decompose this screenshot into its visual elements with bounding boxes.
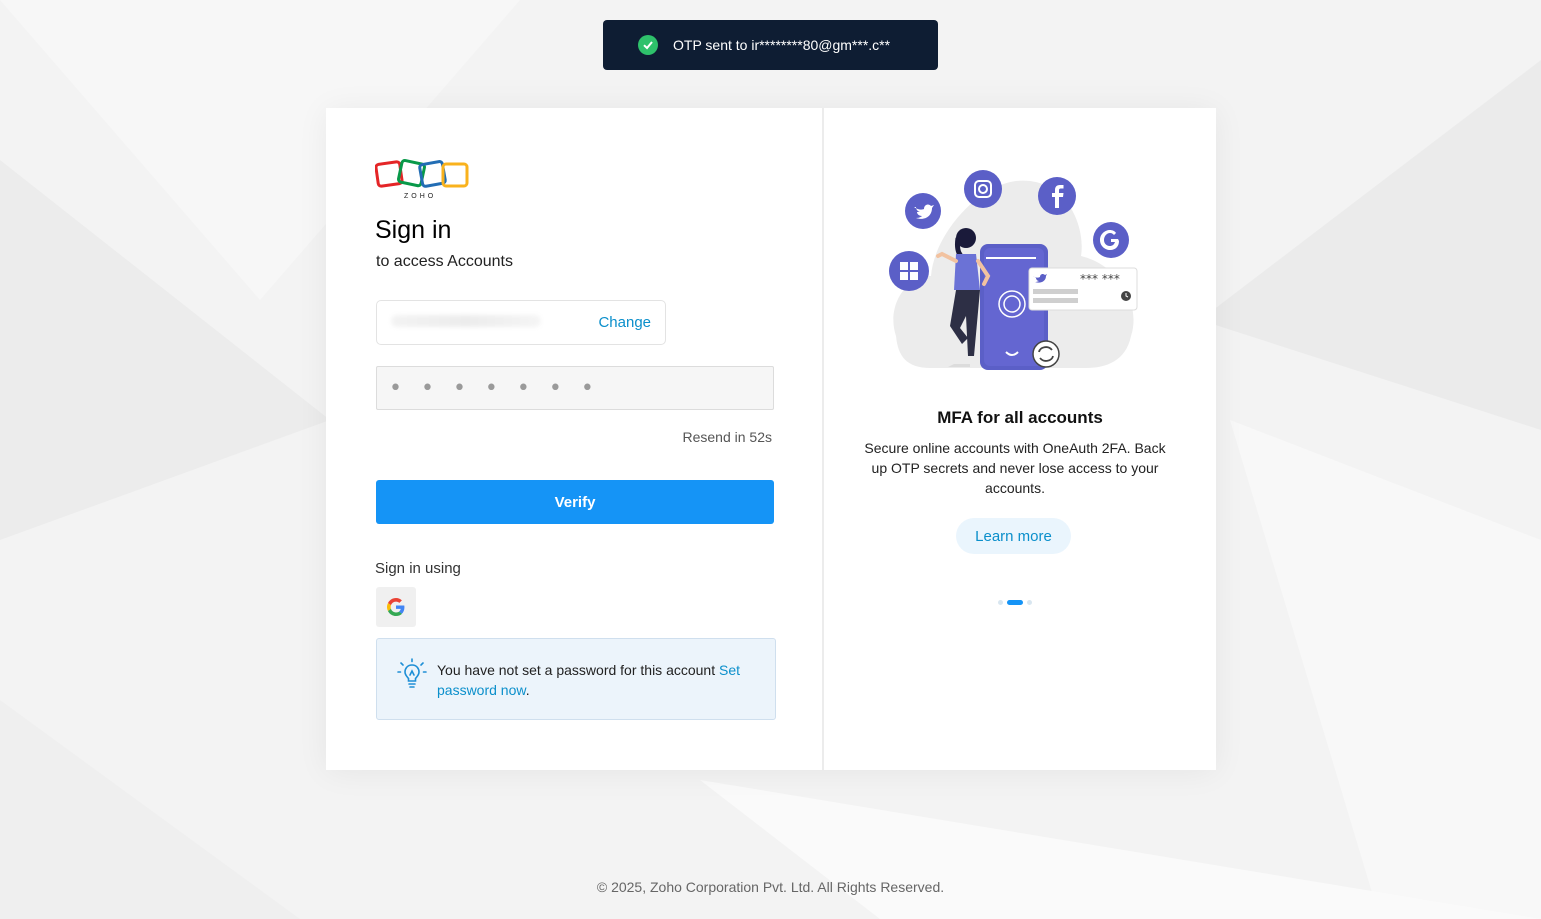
resend-countdown: Resend in 52s [682,429,772,445]
google-signin-button[interactable] [376,587,416,627]
carousel-dot[interactable] [998,600,1003,605]
mfa-illustration: *** *** [889,170,1138,370]
carousel-dot[interactable] [1027,600,1032,605]
check-circle-icon [638,35,658,55]
carousel-dots [998,600,1032,605]
promo-description: Secure online accounts with OneAuth 2FA.… [864,440,1166,496]
toast-message: OTP sent to ir********80@gm***.c** [673,37,891,53]
lightbulb-icon [397,658,427,695]
footer-copyright: © 2025, Zoho Corporation Pvt. Ltd. All R… [596,879,945,895]
notice-suffix: . [525,682,530,698]
masked-password-text: *** *** [1080,272,1120,286]
verify-button[interactable]: Verify [376,480,774,524]
learn-more-button[interactable]: Learn more [956,518,1071,554]
otp-sent-toast: OTP sent to ir********80@gm***.c** [603,20,938,70]
zoho-logo: ZOHO [374,159,471,208]
promo-title: MFA for all accounts [937,408,1103,427]
signin-using-label: Sign in using [375,560,461,577]
page-subtitle: to access Accounts [376,253,513,270]
set-password-notice: You have not set a password for this acc… [376,638,776,720]
logo-wordmark: ZOHO [404,193,436,200]
notice-message: You have not set a password for this acc… [437,662,719,678]
masked-email [391,315,541,327]
promo-panel: *** *** MFA for all accounts Secure onli… [824,108,1216,770]
page-title: Sign in [375,216,452,244]
signin-card: ZOHO Sign in to access Accounts Change R… [326,108,1216,770]
email-display-field: Change [376,300,666,345]
change-account-link[interactable]: Change [598,314,651,331]
carousel-dot-active[interactable] [1007,600,1023,605]
otp-input[interactable] [376,366,774,410]
notice-text: You have not set a password for this acc… [437,660,762,700]
signin-panel: ZOHO Sign in to access Accounts Change R… [326,108,824,770]
google-icon [387,598,405,616]
